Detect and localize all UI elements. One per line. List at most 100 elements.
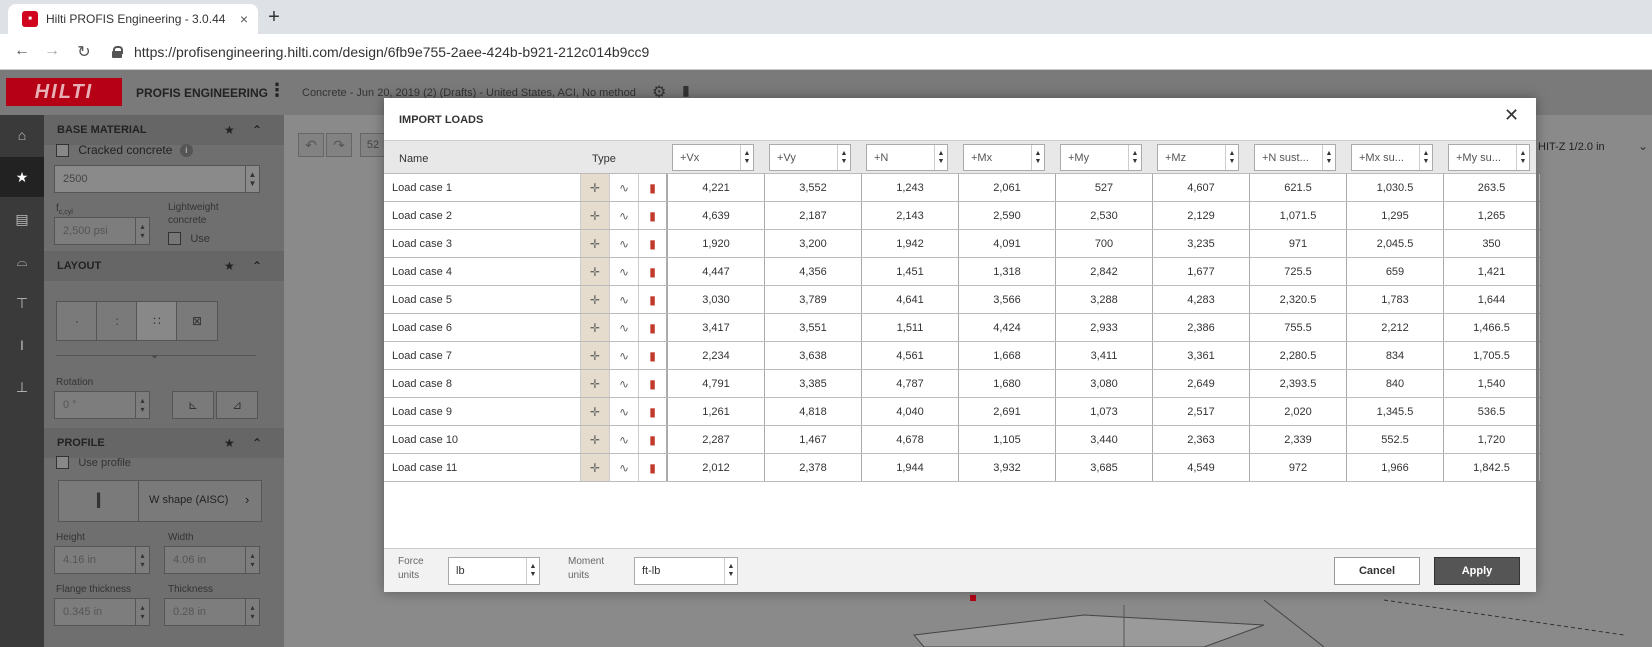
seismic-load-icon[interactable]: ∿ [609,314,638,341]
load-value-cell[interactable]: 4,221 [667,174,764,201]
moment-units-select[interactable]: ft-lb ▲ ▼ [634,557,738,585]
load-value-cell[interactable]: 1,644 [1443,286,1540,313]
static-load-icon[interactable]: ✛ [580,230,609,257]
table-row[interactable]: Load case 3 ✛ ∿ ▮ 1,920 3,200 1,942 4,091 700 3,2… [384,230,1540,258]
load-value-cell[interactable]: 350 [1443,230,1540,257]
load-value-cell[interactable]: 4,283 [1152,286,1249,313]
fire-load-icon[interactable]: ▮ [638,370,667,397]
column-select[interactable]: +My ▲ ▼ [1060,144,1142,171]
layout-2-anchor-button[interactable]: : [96,301,138,341]
collapse-caret-icon[interactable]: ⌃ [252,259,262,273]
load-value-cell[interactable]: 725.5 [1249,258,1346,285]
load-value-cell[interactable]: 2,061 [958,174,1055,201]
concrete-strength-select[interactable]: 2500 ▲ ▼ [54,165,260,193]
seismic-load-icon[interactable]: ∿ [609,258,638,285]
load-case-name[interactable]: Load case 8 [392,378,452,390]
seismic-load-icon[interactable]: ∿ [609,370,638,397]
height-input[interactable]: 4.16 in ▴ ▾ [54,546,150,574]
load-value-cell[interactable]: 1,966 [1346,454,1443,481]
static-load-icon[interactable]: ✛ [580,370,609,397]
cancel-button[interactable]: Cancel [1334,557,1420,585]
seismic-load-icon[interactable]: ∿ [609,454,638,481]
rotate-left-icon[interactable]: ⊾ [172,391,214,419]
load-value-cell[interactable]: 2,517 [1152,398,1249,425]
fire-load-icon[interactable]: ▮ [638,342,667,369]
load-value-cell[interactable]: 1,680 [958,370,1055,397]
load-value-cell[interactable]: 2,339 [1249,426,1346,453]
load-case-name[interactable]: Load case 10 [392,434,458,446]
fire-load-icon[interactable]: ▮ [638,454,667,481]
load-value-cell[interactable]: 1,318 [958,258,1055,285]
rotation-input[interactable]: 0 ° ▴ ▾ [54,391,150,419]
layout-4-anchor-button[interactable]: ∷ [136,301,178,341]
load-value-cell[interactable]: 755.5 [1249,314,1346,341]
load-value-cell[interactable]: 621.5 [1249,174,1346,201]
rail-anchor-icon[interactable]: ⊤ [0,283,44,323]
table-row[interactable]: Load case 7 ✛ ∿ ▮ 2,234 3,638 4,561 1,668 3,411 3… [384,342,1540,370]
fire-load-icon[interactable]: ▮ [638,258,667,285]
new-tab-button[interactable]: + [262,6,286,29]
redo-icon[interactable]: ↷ [326,133,352,157]
rail-home-icon[interactable]: ⌂ [0,115,44,155]
load-case-name[interactable]: Load case 5 [392,294,452,306]
profile-header[interactable]: PROFILE ★ ⌃ [44,428,284,458]
column-select[interactable]: +Mx su... ▲ ▼ [1351,144,1433,171]
seismic-load-icon[interactable]: ∿ [609,426,638,453]
fire-load-icon[interactable]: ▮ [638,174,667,201]
seismic-load-icon[interactable]: ∿ [609,398,638,425]
load-value-cell[interactable]: 1,467 [764,426,861,453]
load-value-cell[interactable]: 3,566 [958,286,1055,313]
load-value-cell[interactable]: 700 [1055,230,1152,257]
fire-load-icon[interactable]: ▮ [638,202,667,229]
lightweight-use-option[interactable]: Use [168,231,210,246]
column-select[interactable]: +My su... ▲ ▼ [1448,144,1530,171]
load-value-cell[interactable]: 2,287 [667,426,764,453]
info-icon[interactable]: i [179,144,193,158]
fire-load-icon[interactable]: ▮ [638,398,667,425]
use-profile-option[interactable]: Use profile [56,455,131,470]
load-value-cell[interactable]: 2,020 [1249,398,1346,425]
browser-tab[interactable]: ■ Hilti PROFIS Engineering - 3.0.44 × [8,4,258,34]
table-row[interactable]: Load case 6 ✛ ∿ ▮ 3,417 3,551 1,511 4,424 2,933 2… [384,314,1540,342]
load-value-cell[interactable]: 1,073 [1055,398,1152,425]
seismic-load-icon[interactable]: ∿ [609,286,638,313]
load-value-cell[interactable]: 2,129 [1152,202,1249,229]
load-value-cell[interactable]: 2,691 [958,398,1055,425]
load-value-cell[interactable]: 4,561 [861,342,958,369]
load-value-cell[interactable]: 2,386 [1152,314,1249,341]
load-case-name[interactable]: Load case 9 [392,406,452,418]
load-case-name[interactable]: Load case 7 [392,350,452,362]
table-row[interactable]: Load case 2 ✛ ∿ ▮ 4,639 2,187 2,143 2,590 2,530 2… [384,202,1540,230]
lightweight-checkbox[interactable] [168,232,181,246]
column-select[interactable]: +Mz ▲ ▼ [1157,144,1239,171]
static-load-icon[interactable]: ✛ [580,174,609,201]
base-material-header[interactable]: BASE MATERIAL ★ ⌃ [44,115,284,145]
load-value-cell[interactable]: 1,677 [1152,258,1249,285]
load-value-cell[interactable]: 2,649 [1152,370,1249,397]
load-value-cell[interactable]: 4,424 [958,314,1055,341]
load-value-cell[interactable]: 2,393.5 [1249,370,1346,397]
load-case-name[interactable]: Load case 3 [392,238,452,250]
load-value-cell[interactable]: 1,243 [861,174,958,201]
seismic-load-icon[interactable]: ∿ [609,342,638,369]
table-row[interactable]: Load case 1 ✛ ∿ ▮ 4,221 3,552 1,243 2,061 527 4,6… [384,174,1540,202]
table-row[interactable]: Load case 5 ✛ ∿ ▮ 3,030 3,789 4,641 3,566 3,288 4… [384,286,1540,314]
load-value-cell[interactable]: 4,607 [1152,174,1249,201]
fire-load-icon[interactable]: ▮ [638,286,667,313]
seismic-load-icon[interactable]: ∿ [609,230,638,257]
zoom-input[interactable]: 52 [360,133,386,157]
use-profile-checkbox[interactable] [56,456,69,470]
cracked-concrete-option[interactable]: Cracked concrete i [56,143,193,158]
load-value-cell[interactable]: 1,345.5 [1346,398,1443,425]
load-value-cell[interactable]: 2,530 [1055,202,1152,229]
url-bar[interactable]: https://profisengineering.hilti.com/desi… [112,39,1632,65]
load-value-cell[interactable]: 1,030.5 [1346,174,1443,201]
load-value-cell[interactable]: 3,685 [1055,454,1152,481]
reload-icon[interactable]: ↻ [74,42,94,62]
anchor-product-label[interactable]: HIT-Z 1/2.0 in [1538,141,1605,153]
collapse-caret-icon[interactable]: ⌃ [252,436,262,450]
load-value-cell[interactable]: 1,265 [1443,202,1540,229]
load-case-name[interactable]: Load case 4 [392,266,452,278]
apply-button[interactable]: Apply [1434,557,1520,585]
favorite-star-icon[interactable]: ★ [224,436,235,450]
